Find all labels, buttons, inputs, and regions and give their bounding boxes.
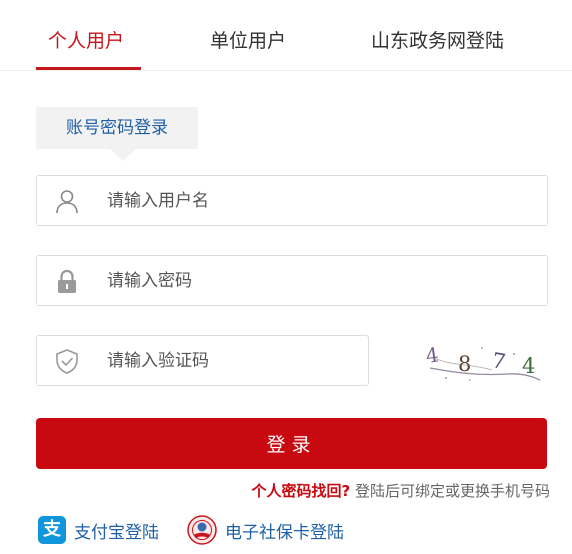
user-type-tabs: 个人用户 单位用户 山东政务网登陆 — [0, 0, 572, 71]
social-security-card-login-label: 电子社保卡登陆 — [225, 522, 344, 543]
tab-personal-user[interactable]: 个人用户 — [48, 26, 124, 53]
tab-organization-user[interactable]: 单位用户 — [210, 26, 286, 53]
captcha-field — [36, 335, 369, 386]
lock-icon — [58, 269, 76, 293]
tab-account-password-login[interactable]: 账号密码登录 — [36, 107, 198, 149]
recover-password-link[interactable]: 个人密码找回? — [252, 482, 351, 500]
captcha-char: 4 — [424, 342, 440, 368]
user-icon — [56, 190, 78, 214]
recover-hint-text: 登陆后可绑定或更换手机号码 — [354, 482, 550, 500]
alipay-login-link[interactable]: 支 支付宝登陆 — [38, 515, 159, 545]
shield-icon — [56, 349, 78, 374]
password-input[interactable] — [107, 256, 527, 305]
username-input[interactable] — [107, 176, 527, 225]
captcha-image[interactable]: 4 8 7 4 — [422, 338, 544, 384]
subtab-pointer — [110, 149, 136, 161]
social-security-card-icon — [187, 515, 217, 545]
password-recovery-row: 个人密码找回? 登陆后可绑定或更换手机号码 — [252, 480, 551, 501]
username-field — [36, 175, 548, 226]
tab-shandong-gov-login[interactable]: 山东政务网登陆 — [371, 26, 504, 53]
alipay-icon: 支 — [38, 516, 66, 544]
social-security-card-login-link[interactable]: 电子社保卡登陆 — [187, 515, 344, 545]
password-field — [36, 255, 548, 306]
captcha-input[interactable] — [107, 336, 357, 385]
captcha-char: 7 — [490, 348, 507, 374]
active-tab-indicator — [36, 67, 141, 70]
alipay-login-label: 支付宝登陆 — [74, 522, 159, 543]
login-button[interactable]: 登录 — [36, 418, 547, 469]
